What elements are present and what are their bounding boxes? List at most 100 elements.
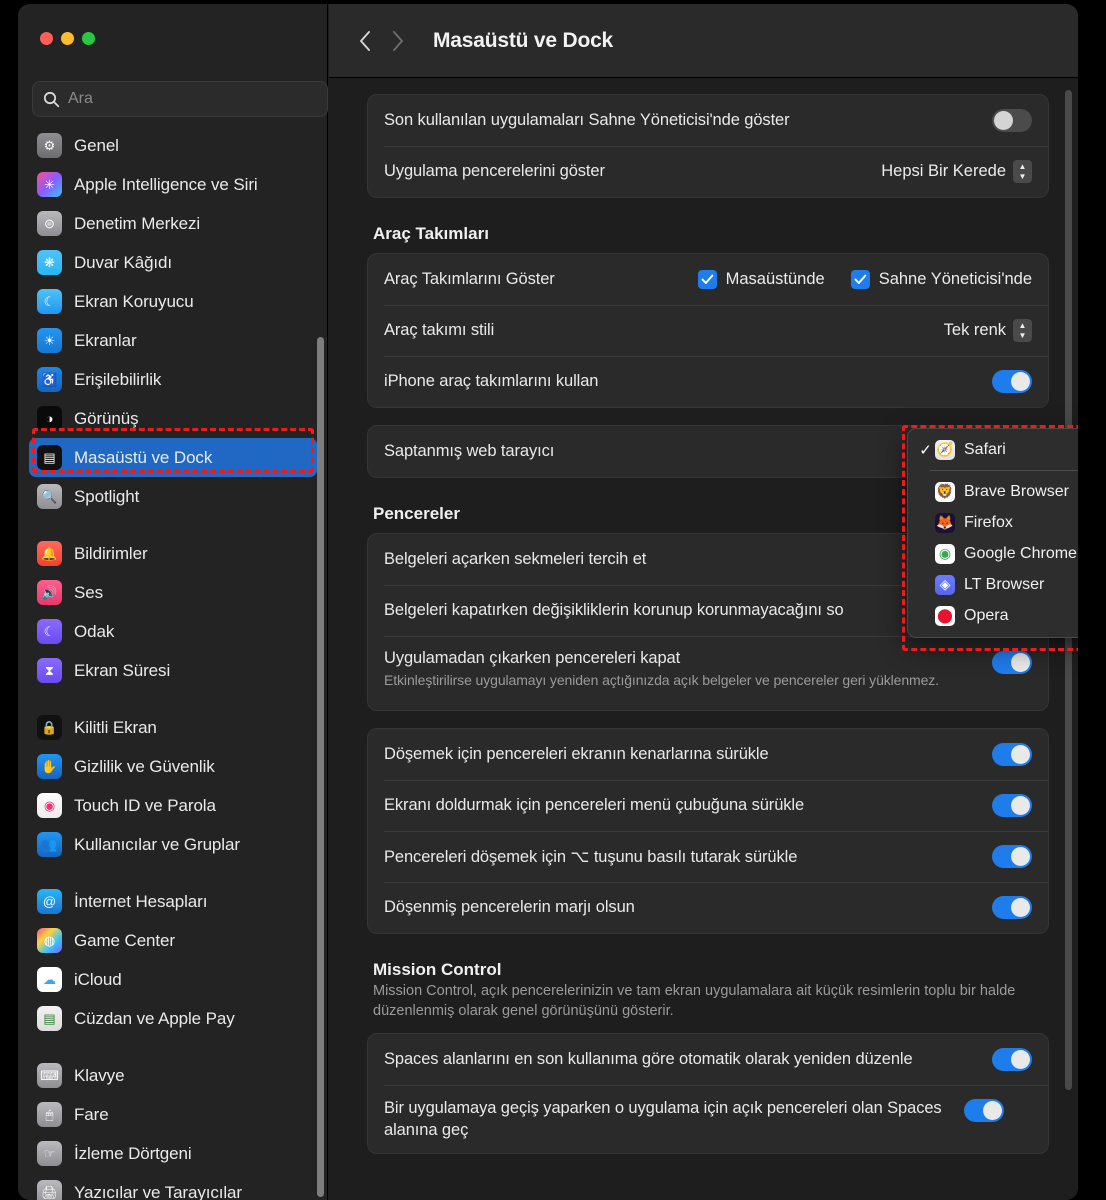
auto-rearrange-label: Spaces alanlarını en son kullanıma göre …: [384, 1049, 913, 1068]
sidebar-item-touch-id-ve-parola[interactable]: ◉ Touch ID ve Parola: [29, 786, 317, 825]
sidebar-item-icloud[interactable]: ☁ iCloud: [29, 960, 317, 999]
row-iphone-widgets[interactable]: iPhone araç takımlarını kullan: [368, 356, 1048, 407]
row-show-widgets[interactable]: Araç Takımlarını Göster Masaüstünde Sahn…: [368, 254, 1048, 305]
checkbox-stage-manager-box[interactable]: [850, 270, 870, 289]
close-button[interactable]: [40, 32, 53, 45]
drag-edges-label: Döşemek için pencereleri ekranın kenarla…: [384, 745, 769, 763]
sidebar-item-label: Kullanıcılar ve Gruplar: [74, 834, 240, 854]
sidebar-item-i-zleme-d-rtgeni[interactable]: ☞ İzleme Dörtgeni: [29, 1134, 317, 1173]
row-tiled-margin[interactable]: Döşenmiş pencerelerin marjı olsun: [368, 882, 1048, 933]
sidebar-item-odak[interactable]: ☾ Odak: [29, 612, 317, 651]
row-switch-space[interactable]: Bir uygulamaya geçiş yaparken o uygulama…: [368, 1084, 1048, 1154]
option-drag-toggle[interactable]: [992, 845, 1032, 868]
sidebar-item-label: Apple Intelligence ve Siri: [74, 174, 258, 194]
checkmark-icon: ✓: [919, 441, 932, 459]
auto-rearrange-toggle[interactable]: [992, 1047, 1032, 1071]
zoom-button[interactable]: [82, 32, 95, 45]
checkbox-desktop-box[interactable]: [697, 270, 717, 289]
sidebar-item-ekranlar[interactable]: ☀ Ekranlar: [29, 321, 317, 360]
sidebar-item-i-nternet-hesaplar[interactable]: @ İnternet Hesapları: [29, 882, 317, 921]
forward-button[interactable]: [381, 25, 413, 57]
tiled-margin-toggle[interactable]: [992, 896, 1032, 919]
mission-control-card: Spaces alanlarını en son kullanıma göre …: [367, 1032, 1049, 1155]
dropdown-item-lt-browser[interactable]: ◈ LT Browser: [908, 569, 1078, 600]
sidebar-item-bildirimler[interactable]: 🔔 Bildirimler: [29, 534, 317, 573]
windows-card-2: Döşemek için pencereleri ekranın kenarla…: [367, 728, 1049, 934]
sidebar-item-label: Klavye: [74, 1065, 125, 1085]
checkbox-desktop[interactable]: Masaüstünde: [697, 270, 825, 289]
iphone-widgets-toggle[interactable]: [992, 370, 1032, 393]
dropdown-item-safari[interactable]: ✓ 🧭 Safari: [908, 434, 1078, 465]
minimize-button[interactable]: [61, 32, 74, 45]
focus-icon: ☾: [37, 619, 62, 644]
sidebar-item-kilitli-ekran[interactable]: 🔒 Kilitli Ekran: [29, 708, 317, 747]
switch-space-label: Bir uygulamaya geçiş yaparken o uygulama…: [384, 1098, 942, 1139]
sidebar-item-c-zdan-ve-apple-pay[interactable]: ▤ Cüzdan ve Apple Pay: [29, 999, 317, 1038]
gear-icon: ⚙: [37, 133, 62, 158]
sidebar-item-spotlight[interactable]: 🔍 Spotlight: [29, 477, 317, 516]
sidebar-item-game-center[interactable]: ◍ Game Center: [29, 921, 317, 960]
keyboard-icon: ⌨: [37, 1063, 62, 1088]
sidebar-item-masa-st-ve-dock[interactable]: ▤ Masaüstü ve Dock: [29, 438, 317, 477]
widgets-section-title: Araç Takımları: [373, 224, 489, 243]
search-input[interactable]: [68, 90, 317, 108]
sidebar-scroll-area[interactable]: ⚙ Genel ✳ Apple Intelligence ve Siri ⊜ Deneti…: [18, 126, 328, 1200]
switch-space-toggle[interactable]: [964, 1098, 1004, 1122]
row-auto-rearrange[interactable]: Spaces alanlarını en son kullanıma göre …: [368, 1034, 1048, 1085]
default-browser-dropdown-menu[interactable]: ✓ 🧭 Safari 🦁 Brave Browser 🦊 Firefox ◉ Google Ch…: [907, 428, 1078, 638]
row-widget-style[interactable]: Araç takımı stili Tek renk ▲ ▼: [368, 305, 1048, 356]
option-drag-label: Pencereleri döşemek için ⌥ tuşunu basılı…: [384, 847, 798, 866]
trackpad-icon: ☞: [37, 1141, 62, 1166]
sidebar-item-ekran-s-resi[interactable]: ⧗ Ekran Süresi: [29, 651, 317, 690]
row-drag-menubar[interactable]: Ekranı doldurmak için pencereleri menü ç…: [368, 780, 1048, 831]
row-option-drag[interactable]: Pencereleri döşemek için ⌥ tuşunu basılı…: [368, 831, 1048, 882]
drag-menubar-label: Ekranı doldurmak için pencereleri menü ç…: [384, 796, 805, 814]
sidebar-item-label: Fare: [74, 1104, 109, 1124]
mission-control-section-desc: Mission Control, açık pencerelerinizin v…: [373, 983, 1016, 1020]
sidebar-item-ekran-koruyucu[interactable]: ☾ Ekran Koruyucu: [29, 282, 317, 321]
sidebar-item-apple-intelligence-ve-siri[interactable]: ✳ Apple Intelligence ve Siri: [29, 165, 317, 204]
chrome-icon: ◉: [935, 543, 955, 564]
search-field[interactable]: [32, 81, 328, 117]
row-drag-edges[interactable]: Döşemek için pencereleri ekranın kenarla…: [368, 729, 1048, 780]
dropdown-item-opera[interactable]: ⬤ Opera: [908, 600, 1078, 631]
back-button[interactable]: [349, 25, 381, 57]
dropdown-item-google-chrome[interactable]: ◉ Google Chrome: [908, 538, 1078, 569]
drag-menubar-toggle[interactable]: [992, 794, 1032, 817]
dropdown-item-firefox[interactable]: 🦊 Firefox: [908, 507, 1078, 538]
lock-screen-icon: 🔒: [37, 715, 62, 740]
recent-apps-toggle[interactable]: [992, 109, 1032, 132]
close-windows-desc: Etkinleştirilirse uygulamayı yeniden açt…: [384, 672, 939, 688]
sidebar-item-klavye[interactable]: ⌨ Klavye: [29, 1056, 317, 1095]
show-windows-popup[interactable]: Hepsi Bir Kerede ▲ ▼: [881, 160, 1032, 183]
lt-browser-icon: ◈: [935, 574, 955, 595]
dropdown-item-label: Opera: [964, 606, 1009, 624]
sidebar-item-label: Touch ID ve Parola: [74, 795, 216, 815]
dropdown-item-brave-browser[interactable]: 🦁 Brave Browser: [908, 476, 1078, 507]
sidebar-item-genel[interactable]: ⚙ Genel: [29, 126, 317, 165]
sidebar-item-yaz-c-lar-ve-taray-c-lar[interactable]: 🖨 Yazıcılar ve Tarayıcılar: [29, 1173, 317, 1200]
firefox-icon: 🦊: [935, 512, 955, 533]
row-close-windows[interactable]: Uygulamadan çıkarken pencereleri kapat E…: [368, 636, 1048, 710]
row-show-windows[interactable]: Uygulama pencerelerini göster Hepsi Bir …: [368, 146, 1048, 197]
row-recent-apps[interactable]: Son kullanılan uygulamaları Sahne Yöneti…: [368, 95, 1048, 146]
checkbox-stage-manager[interactable]: Sahne Yöneticisi'nde: [850, 270, 1032, 289]
drag-edges-toggle[interactable]: [992, 743, 1032, 766]
sidebar-item-ses[interactable]: 🔊 Ses: [29, 573, 317, 612]
sidebar-item-eri-ilebilirlik[interactable]: ♿ Erişilebilirlik: [29, 360, 317, 399]
sidebar-group-separator: [29, 516, 317, 534]
sidebar-item-duvar-k-d[interactable]: ❋ Duvar Kâğıdı: [29, 243, 317, 282]
sidebar-scrollbar[interactable]: [317, 337, 324, 1197]
toggle-knob: [1011, 898, 1030, 917]
widget-style-popup[interactable]: Tek renk ▲ ▼: [944, 319, 1032, 342]
sidebar-item-kullan-c-lar-ve-gruplar[interactable]: 👥 Kullanıcılar ve Gruplar: [29, 825, 317, 864]
sidebar-item-gizlilik-ve-g-venlik[interactable]: ✋ Gizlilik ve Güvenlik: [29, 747, 317, 786]
sidebar-item-denetim-merkezi[interactable]: ⊜ Denetim Merkezi: [29, 204, 317, 243]
wallpaper-icon: ❋: [37, 250, 62, 275]
game-center-icon: ◍: [37, 928, 62, 953]
sidebar-item-g-r-n[interactable]: ◑ Görünüş: [29, 399, 317, 438]
sidebar: ⚙ Genel ✳ Apple Intelligence ve Siri ⊜ Deneti…: [18, 4, 328, 1200]
close-windows-toggle[interactable]: [992, 651, 1032, 674]
sidebar-item-fare[interactable]: 🖱 Fare: [29, 1095, 317, 1134]
chevron-updown-icon: ▲ ▼: [1013, 319, 1032, 342]
